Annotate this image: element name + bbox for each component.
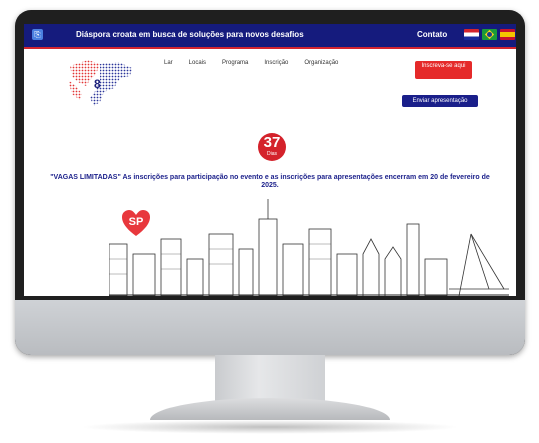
- top-bar: ⎘ Diáspora croata em busca de soluções p…: [24, 24, 516, 49]
- limited-spots-notice: "VAGAS LIMITADAS" As inscrições para par…: [50, 174, 490, 189]
- language-switcher: [464, 29, 515, 40]
- submit-presentation-button[interactable]: Enviar apresentação: [402, 95, 478, 107]
- monitor-stand-base: [150, 398, 390, 420]
- register-button[interactable]: Inscreva-se aqui: [415, 61, 472, 79]
- nav-item-organizacao[interactable]: Organização: [304, 60, 338, 66]
- nav-item-inscricao[interactable]: Inscrição: [264, 60, 288, 66]
- website-screen: ⎘ Diáspora croata em busca de soluções p…: [24, 24, 516, 296]
- croatian-flag-icon[interactable]: [464, 29, 479, 40]
- sao-paulo-skyline-illustration: [109, 199, 509, 296]
- nav-item-locais[interactable]: Locais: [189, 60, 206, 66]
- main-nav: Lar Locais Programa Inscrição Organizaçã…: [164, 60, 338, 66]
- site-tagline: Diáspora croata em busca de soluções par…: [76, 30, 304, 39]
- nav-item-lar[interactable]: Lar: [164, 60, 173, 66]
- countdown-badge: 37 Dias: [258, 133, 286, 161]
- monitor-shadow: [80, 420, 460, 434]
- monitor-stand-neck: [215, 355, 325, 403]
- nav-item-programa[interactable]: Programa: [222, 60, 248, 66]
- countdown-days-label: Dias: [266, 151, 277, 157]
- app-icon[interactable]: ⎘: [32, 29, 43, 40]
- monitor-chin: [15, 300, 525, 355]
- countdown-days-value: 37: [263, 134, 281, 151]
- brazil-flag-icon[interactable]: [482, 29, 497, 40]
- spain-flag-icon[interactable]: [500, 29, 515, 40]
- edition-number: 8: [94, 77, 101, 91]
- contact-link[interactable]: Contato: [417, 30, 447, 39]
